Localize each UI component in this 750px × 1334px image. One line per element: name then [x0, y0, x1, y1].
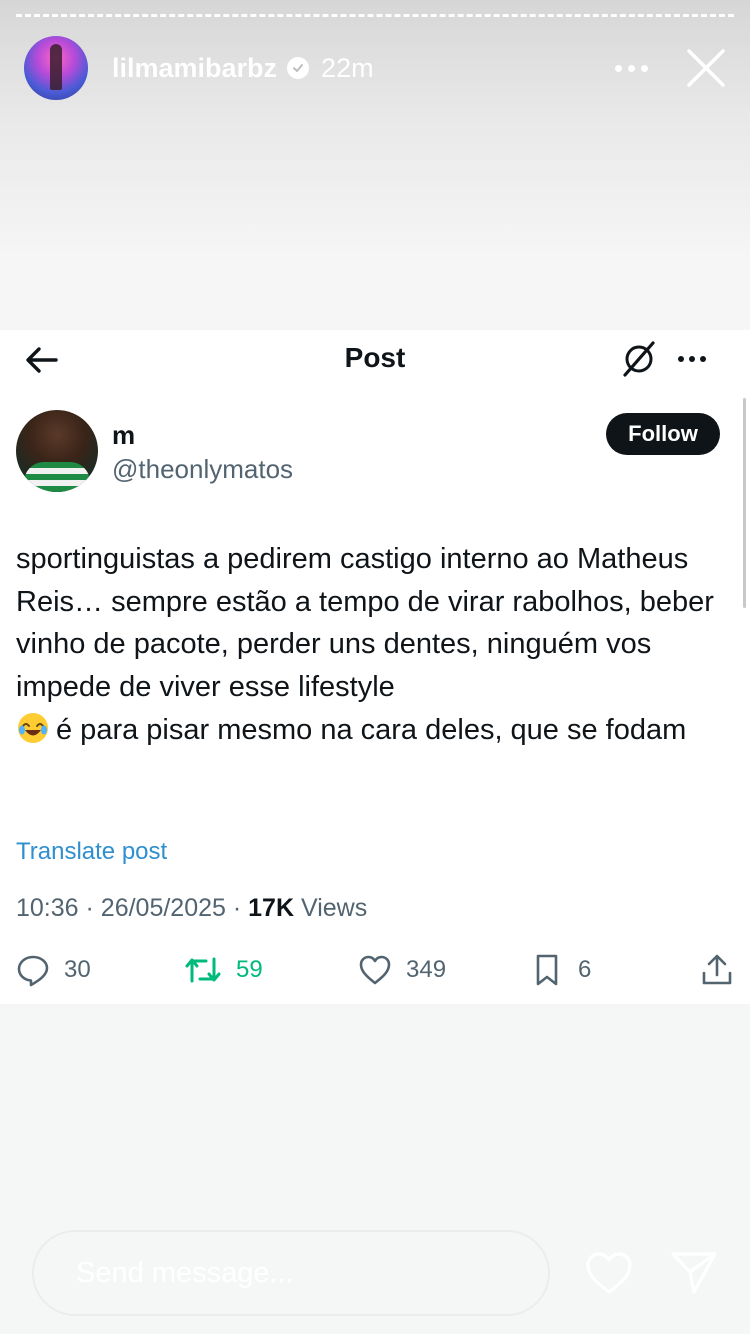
story-timestamp: 22m: [321, 52, 374, 83]
translate-post-link[interactable]: Translate post: [16, 838, 167, 866]
reply-icon: [17, 955, 49, 987]
story-avatar[interactable]: [24, 36, 88, 100]
meta-separator: ·: [232, 894, 242, 922]
like-action[interactable]: 349: [358, 950, 446, 990]
story-username[interactable]: lilmamibarbz: [112, 53, 277, 84]
views-label: Views: [300, 894, 368, 922]
more-options-icon[interactable]: [678, 356, 706, 362]
grok-icon[interactable]: [620, 340, 658, 378]
repost-icon: [185, 957, 221, 983]
reply-count: 30: [64, 956, 91, 983]
repost-count: 59: [236, 956, 263, 983]
send-icon[interactable]: [670, 1250, 718, 1296]
repost-action[interactable]: 59: [184, 950, 263, 990]
meta-separator: ·: [85, 894, 94, 922]
send-message-input[interactable]: [32, 1230, 550, 1316]
post-actions: 30 59 349 6: [16, 950, 734, 990]
close-icon[interactable]: [686, 48, 726, 88]
share-action[interactable]: [700, 950, 734, 990]
story-progress-bar: [16, 14, 734, 20]
heart-icon: [359, 955, 391, 985]
follow-button[interactable]: Follow: [606, 413, 720, 455]
heart-icon[interactable]: [584, 1250, 634, 1296]
story-progress-segment: [16, 14, 734, 20]
author-handle[interactable]: @theonlymatos: [112, 454, 293, 485]
post-body: sportinguistas a pedirem castigo interno…: [16, 538, 731, 752]
laughing-emoji-icon: [16, 711, 50, 745]
bookmark-icon: [536, 954, 558, 986]
like-count: 349: [406, 956, 447, 983]
more-horizontal-icon[interactable]: [615, 64, 648, 72]
views-count: 17K: [248, 894, 295, 922]
story-header: lilmamibarbz 22m: [24, 36, 726, 100]
post-author: m @theonlymatos Follow: [16, 410, 720, 494]
reply-action[interactable]: 30: [16, 950, 91, 990]
bookmark-action[interactable]: 6: [530, 950, 591, 990]
story-user-info: lilmamibarbz 22m: [112, 53, 374, 84]
post-nav-bar: Post: [0, 330, 750, 390]
author-avatar[interactable]: [16, 410, 98, 492]
story-actions: [615, 48, 726, 88]
verified-badge-icon: [287, 57, 310, 79]
bookmark-count: 6: [578, 956, 592, 983]
author-name[interactable]: m: [112, 420, 135, 451]
post-text-continued: é para pisar mesmo na cara deles, que se…: [56, 713, 687, 746]
post-time: 10:36: [16, 894, 79, 922]
post-text: sportinguistas a pedirem castigo interno…: [16, 543, 714, 704]
scrollbar[interactable]: [743, 398, 746, 608]
shared-post-card[interactable]: Post m @theonlymatos Follow sportinguist…: [0, 330, 750, 1004]
post-meta: 10:36 · 26/05/2025 · 17K Views: [16, 894, 367, 923]
share-icon: [702, 954, 732, 985]
post-date: 26/05/2025: [100, 894, 226, 922]
